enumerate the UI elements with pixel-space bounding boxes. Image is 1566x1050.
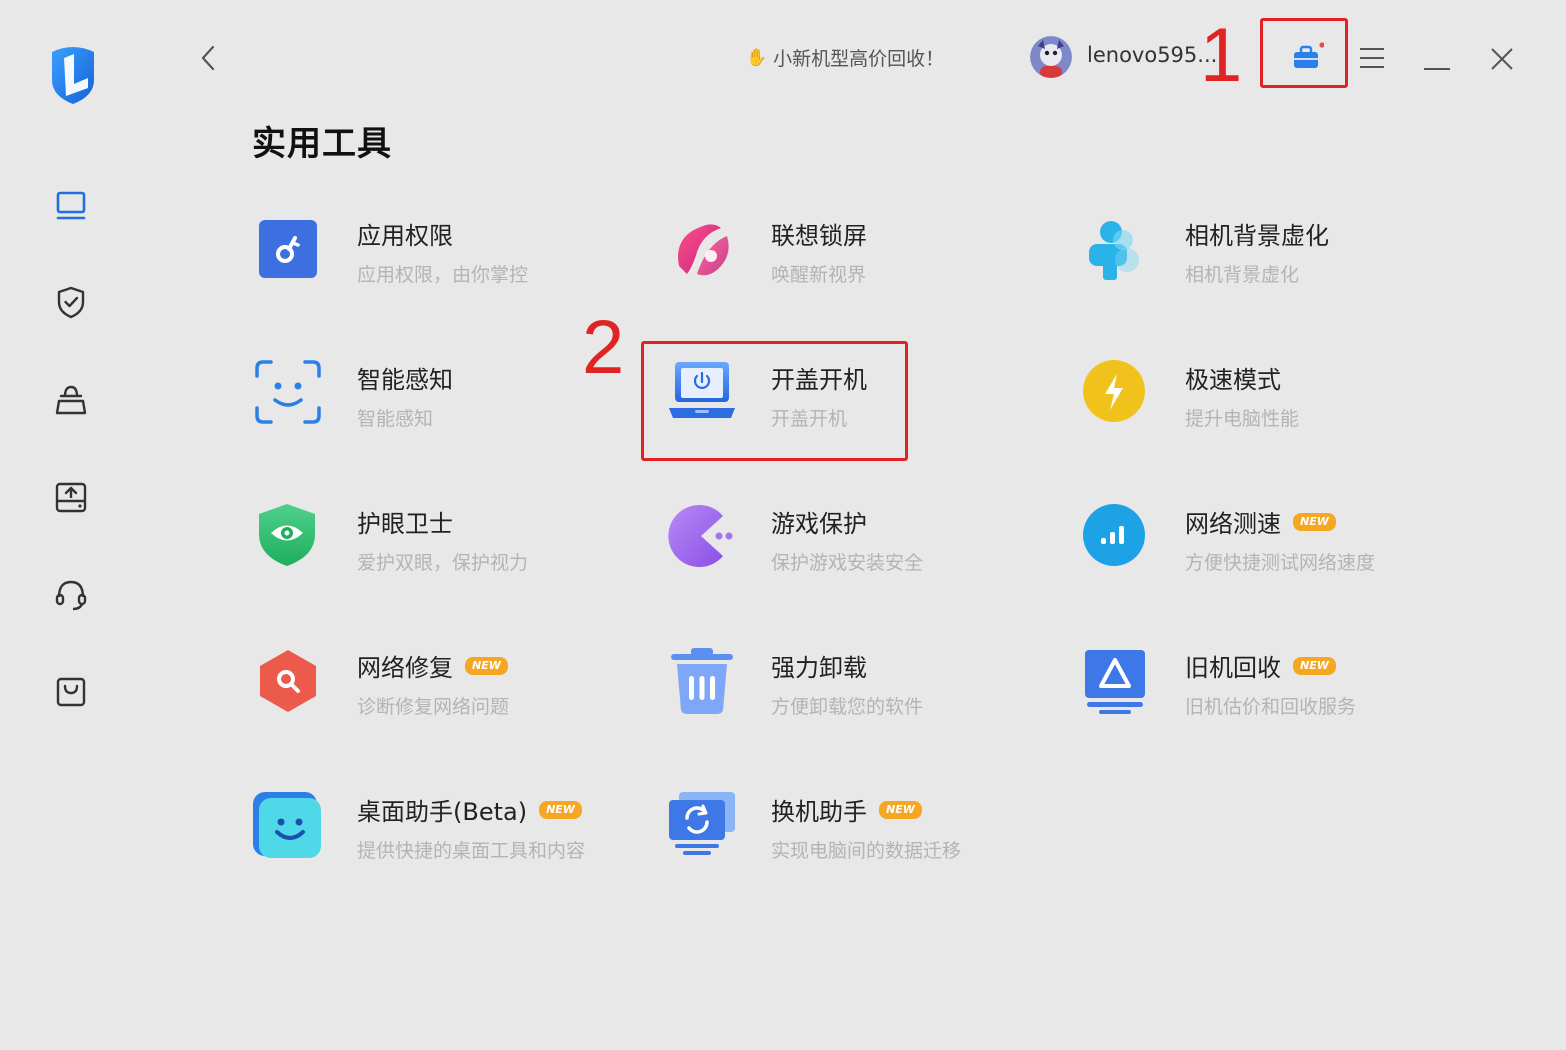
new-badge: NEW: [465, 656, 508, 675]
tool-desc: 提升电脑性能: [1185, 408, 1300, 430]
tool-name: 开盖开机: [771, 366, 867, 394]
tool-name: 极速模式: [1185, 366, 1281, 394]
tool-name: 强力卸载: [771, 654, 867, 682]
annotation-marker-1: 1: [1200, 13, 1243, 98]
tool-turbo-mode[interactable]: 极速模式 提升电脑性能: [1081, 360, 1461, 450]
tool-name: 旧机回收: [1185, 654, 1281, 682]
sidebar-item-store[interactable]: [52, 381, 90, 419]
key-icon: [253, 216, 323, 286]
tool-lenovo-lockscreen[interactable]: 联想锁屏 唤醒新视界: [667, 216, 1047, 306]
tool-desc: 提供快捷的桌面工具和内容: [357, 840, 586, 862]
tool-name: 换机助手: [771, 798, 867, 826]
promo-banner[interactable]: ✋ 小新机型高价回收！: [746, 44, 944, 71]
new-badge: NEW: [879, 800, 922, 819]
sidebar-item-shop[interactable]: [52, 672, 90, 710]
transfer-icon: [667, 792, 737, 862]
tool-name: 游戏保护: [771, 510, 867, 538]
close-icon: [1491, 48, 1513, 70]
tool-desc: 实现电脑间的数据迁移: [771, 840, 962, 862]
new-badge: NEW: [1293, 656, 1336, 675]
laptop-icon: [56, 191, 86, 220]
tool-network-repair[interactable]: 网络修复 NEW 诊断修复网络问题: [253, 648, 633, 738]
sidebar-item-security[interactable]: [52, 283, 90, 321]
tool-desc: 方便卸载您的软件: [771, 696, 924, 718]
tool-name: 网络测速: [1185, 510, 1281, 538]
tool-lid-open-boot[interactable]: 开盖开机 开盖开机: [667, 360, 1047, 450]
trash-icon: [667, 648, 737, 718]
toolbox-icon: [1294, 42, 1325, 68]
tool-force-uninstall[interactable]: 强力卸载 方便卸载您的软件: [667, 648, 1047, 738]
tool-device-recycle[interactable]: 旧机回收 NEW 旧机估价和回收服务: [1081, 648, 1461, 738]
eye-shield-icon: [253, 504, 323, 574]
tool-desc: 诊断修复网络问题: [357, 696, 510, 718]
minimize-button[interactable]: [1424, 56, 1450, 70]
tool-desc: 爱护双眼，保护视力: [357, 552, 529, 574]
store-bag-icon: [56, 677, 86, 707]
smile-icon: [253, 792, 323, 862]
signal-bars-icon: [1081, 504, 1151, 574]
tool-desc: 应用权限，由你掌控: [357, 264, 529, 286]
lightning-icon: [1081, 360, 1151, 430]
face-scan-icon: [253, 360, 323, 430]
headset-icon: [55, 580, 87, 611]
shopping-bag-icon: [55, 385, 87, 415]
tool-name: 智能感知: [357, 366, 453, 394]
tool-desc: 相机背景虚化: [1185, 264, 1300, 286]
sidebar-item-support[interactable]: [52, 575, 90, 613]
promo-text: 小新机型高价回收！: [773, 48, 945, 70]
clap-icon: ✋: [746, 47, 768, 68]
avatar[interactable]: [1030, 36, 1072, 78]
tool-name: 联想锁屏: [771, 222, 867, 250]
tool-camera-blur[interactable]: 相机背景虚化 相机背景虚化: [1081, 216, 1461, 306]
menu-icon: [1360, 48, 1384, 68]
sidebar-item-device[interactable]: [52, 186, 90, 224]
sidebar-item-upload[interactable]: [52, 478, 90, 516]
menu-button[interactable]: [1358, 46, 1386, 70]
tool-desc: 唤醒新视界: [771, 264, 867, 286]
tool-name: 护眼卫士: [357, 510, 453, 538]
tool-name: 桌面助手(Beta): [357, 798, 528, 826]
new-badge: NEW: [539, 800, 582, 819]
tool-desc: 旧机估价和回收服务: [1185, 696, 1357, 718]
sidebar: [0, 0, 140, 1050]
tool-desc: 智能感知: [357, 408, 434, 430]
tool-name: 相机背景虚化: [1185, 222, 1329, 250]
page-title: 实用工具: [252, 124, 392, 164]
back-icon: [201, 45, 215, 71]
shield-check-icon: [57, 286, 85, 319]
pacman-icon: [667, 504, 737, 574]
username[interactable]: lenovo595...: [1087, 43, 1217, 67]
tool-game-protect[interactable]: 游戏保护 保护游戏安装安全: [667, 504, 1047, 594]
toolbox-button[interactable]: [1292, 42, 1325, 72]
tool-desc: 开盖开机: [771, 408, 848, 430]
tool-transfer-assistant[interactable]: 换机助手 NEW 实现电脑间的数据迁移: [667, 792, 1047, 882]
new-badge: NEW: [1293, 512, 1336, 531]
minimize-icon: [1424, 68, 1450, 70]
close-button[interactable]: [1489, 46, 1515, 72]
tool-eye-care[interactable]: 护眼卫士 爱护双眼，保护视力: [253, 504, 633, 594]
laptop-power-icon: [667, 360, 737, 430]
lockscreen-icon: [667, 216, 737, 286]
tool-desc: 方便快捷测试网络速度: [1185, 552, 1376, 574]
app-logo-icon: [44, 44, 102, 106]
tool-smart-sensing[interactable]: 智能感知 智能感知: [253, 360, 633, 450]
tool-name: 应用权限: [357, 222, 453, 250]
upload-tray-icon: [55, 482, 87, 513]
back-button[interactable]: [196, 42, 220, 74]
tool-name: 网络修复: [357, 654, 453, 682]
tool-desktop-assistant[interactable]: 桌面助手(Beta) NEW 提供快捷的桌面工具和内容: [253, 792, 633, 882]
tool-app-permission[interactable]: 应用权限 应用权限，由你掌控: [253, 216, 633, 306]
network-repair-icon: [253, 648, 323, 718]
recycle-icon: [1081, 648, 1151, 718]
tool-network-speed[interactable]: 网络测速 NEW 方便快捷测试网络速度: [1081, 504, 1461, 594]
person-blur-icon: [1081, 216, 1151, 286]
tool-desc: 保护游戏安装安全: [771, 552, 924, 574]
